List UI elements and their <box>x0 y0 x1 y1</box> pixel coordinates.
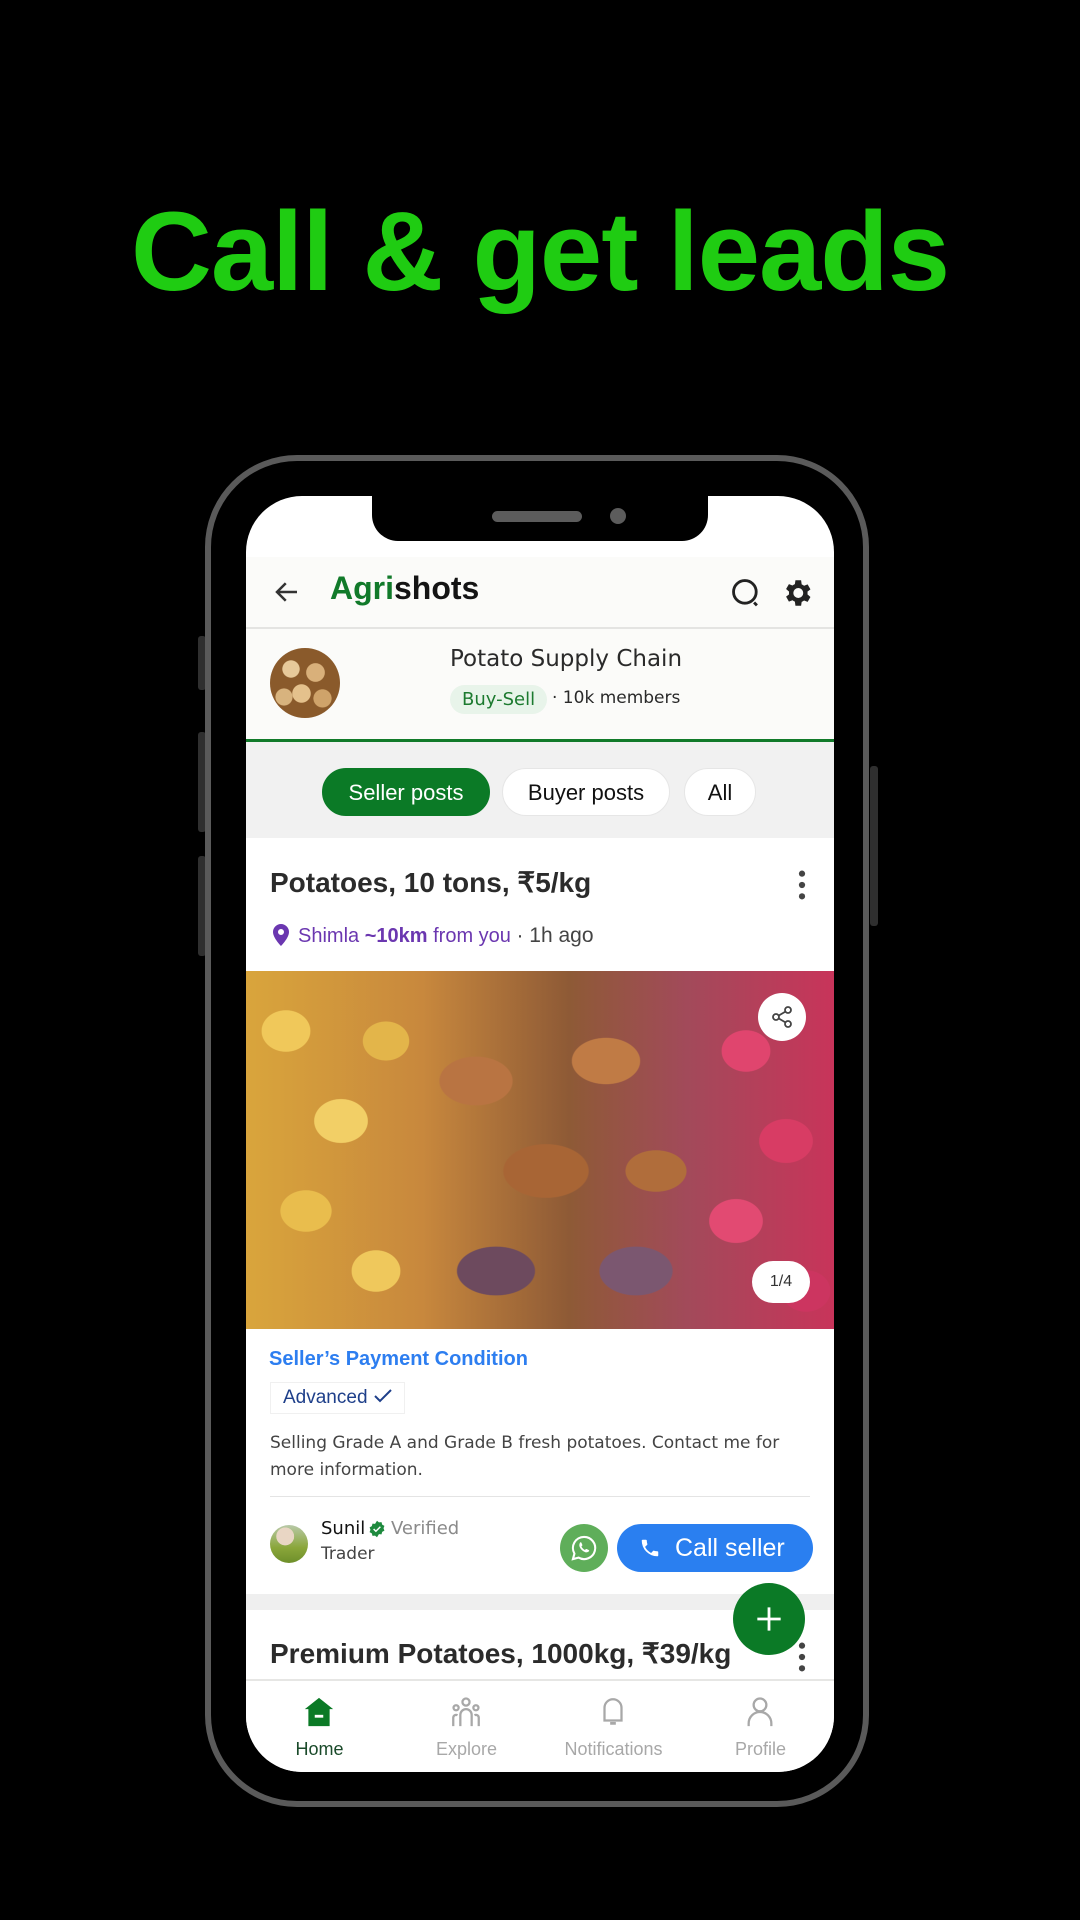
promo-headline: Call & get leads <box>130 189 950 314</box>
plus-icon <box>757 1607 781 1631</box>
post-location: Shimla ~10km from you · 1h ago <box>272 924 594 948</box>
nav-label: Home <box>295 1739 344 1759</box>
tab-seller-posts[interactable]: Seller posts <box>322 768 490 816</box>
people-icon <box>452 1697 480 1727</box>
more-options-icon[interactable] <box>794 1640 810 1674</box>
back-arrow-icon[interactable] <box>272 577 302 607</box>
divider <box>270 1496 810 1497</box>
more-options-icon[interactable] <box>794 868 810 902</box>
payment-condition-chip: Advanced <box>270 1382 405 1414</box>
share-button[interactable] <box>758 993 806 1041</box>
group-type-badge: Buy-Sell <box>450 685 548 714</box>
gear-icon[interactable] <box>780 576 814 610</box>
call-seller-label: Call seller <box>675 1534 785 1562</box>
person-icon <box>747 1697 773 1727</box>
post-title[interactable]: Premium Potatoes, 1000kg, ₹39/kg <box>270 1637 731 1670</box>
share-icon <box>772 1006 792 1028</box>
nav-home[interactable]: Home <box>246 1681 393 1772</box>
nav-explore[interactable]: Explore <box>393 1681 540 1772</box>
distance-suffix: from you <box>433 925 511 947</box>
notch <box>372 496 708 541</box>
bell-icon <box>603 1698 623 1725</box>
post-filter-tabs: Seller posts Buyer posts All <box>246 742 834 838</box>
nav-notifications[interactable]: Notifications <box>540 1681 687 1772</box>
post-description: Selling Grade A and Grade B fresh potato… <box>270 1433 780 1480</box>
phone-screen: Agrishots Potato Supply Chain Buy-Sell ·… <box>246 496 834 1772</box>
app-bar: Agrishots <box>246 557 834 629</box>
seller-avatar[interactable] <box>270 1525 308 1563</box>
create-post-button[interactable] <box>733 1583 805 1655</box>
phone-side-button <box>870 766 878 926</box>
post-title[interactable]: Potatoes, 10 tons, ₹5/kg <box>270 866 591 899</box>
nav-label: Notifications <box>564 1739 663 1759</box>
location-distance: ~10km <box>364 925 428 947</box>
post-time: · 1h ago <box>516 924 594 947</box>
call-seller-button[interactable]: Call seller <box>617 1524 813 1572</box>
location-city: Shimla <box>298 925 360 947</box>
group-name[interactable]: Potato Supply Chain <box>450 646 682 672</box>
post-card: Potatoes, 10 tons, ₹5/kg Shimla ~10km fr… <box>246 838 834 1594</box>
bottom-navigation: Home Explore Notifications Profile <box>246 1679 834 1772</box>
seller-role: Trader <box>321 1544 375 1564</box>
member-count: · 10k members <box>552 688 681 708</box>
location-pin-icon <box>273 924 289 946</box>
group-header: Potato Supply Chain Buy-Sell · 10k membe… <box>246 629 834 742</box>
logo-suffix: shots <box>394 570 480 606</box>
nav-label: Profile <box>734 1739 787 1759</box>
search-icon[interactable] <box>730 577 764 611</box>
camera <box>610 508 626 524</box>
speaker <box>492 511 582 522</box>
verified-label: Verified <box>391 1518 460 1539</box>
tab-buyer-posts[interactable]: Buyer posts <box>502 768 670 816</box>
verified-badge-icon <box>369 1520 385 1538</box>
tab-all[interactable]: All <box>684 768 756 816</box>
logo-prefix: Agri <box>330 570 394 606</box>
nav-label: Explore <box>435 1739 498 1759</box>
payment-condition-value: Advanced <box>283 1387 368 1408</box>
whatsapp-icon <box>571 1535 597 1561</box>
phone-icon <box>641 1539 659 1557</box>
post-image-carousel[interactable]: 1/4 <box>246 971 834 1329</box>
group-avatar[interactable] <box>270 648 340 718</box>
check-icon <box>373 1389 392 1403</box>
home-icon <box>304 1697 334 1727</box>
image-counter: 1/4 <box>752 1261 810 1303</box>
payment-condition-title: Seller’s Payment Condition <box>269 1348 528 1370</box>
app-logo: Agrishots <box>330 570 479 607</box>
seller-name[interactable]: Sunil <box>321 1518 365 1539</box>
whatsapp-button[interactable] <box>560 1524 608 1572</box>
nav-profile[interactable]: Profile <box>687 1681 834 1772</box>
